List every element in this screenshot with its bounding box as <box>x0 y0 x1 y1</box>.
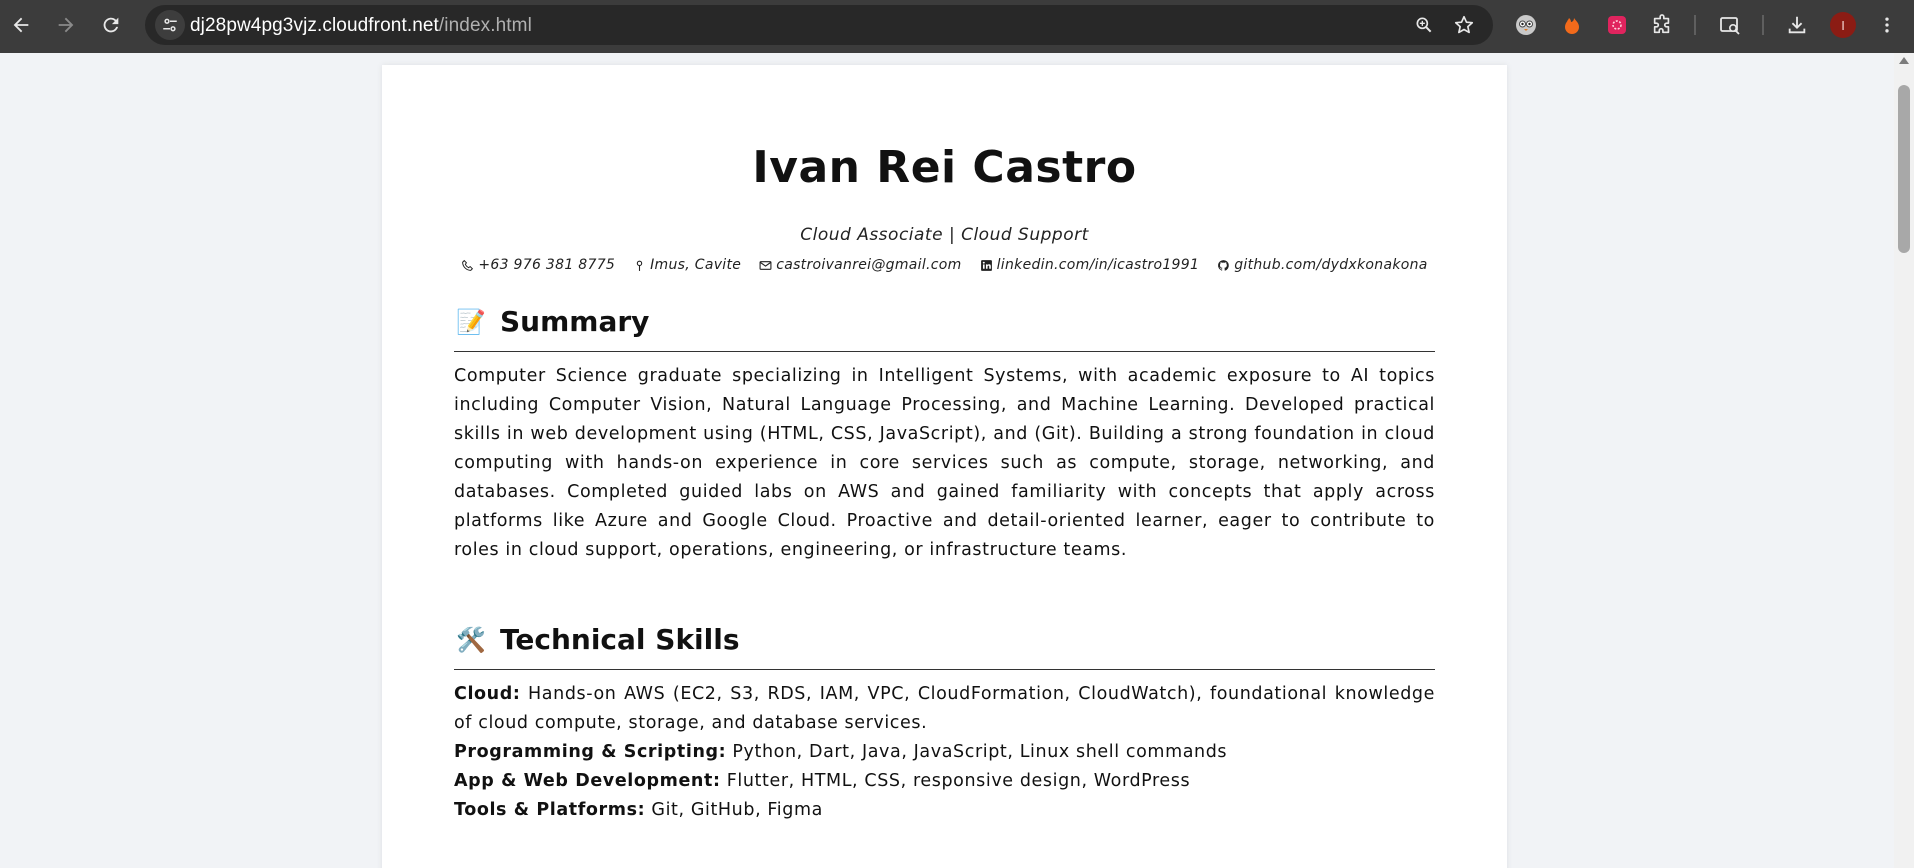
skill-programming-label: Programming & Scripting: <box>454 742 727 762</box>
skill-app-web-value: Flutter, HTML, CSS, responsive design, W… <box>726 771 1191 791</box>
page-viewport: Ivan Rei Castro Cloud Associate | Cloud … <box>0 53 1894 868</box>
zoom-icon[interactable] <box>1411 12 1437 38</box>
menu-kebab-icon[interactable] <box>1873 11 1901 39</box>
contact-phone-text: +63 976 381 8775 <box>478 257 616 273</box>
contact-github-text[interactable]: github.com/dydxkonakona <box>1234 257 1427 273</box>
contact-location: Imus, Cavite <box>633 257 741 273</box>
contact-row: +63 976 381 8775 Imus, Cavite castroivan… <box>454 257 1435 273</box>
toolbar-separator <box>1762 15 1764 35</box>
contact-email-text[interactable]: castroivanrei@gmail.com <box>776 257 961 273</box>
resume-page: Ivan Rei Castro Cloud Associate | Cloud … <box>382 65 1507 868</box>
arrow-left-icon <box>13 17 29 33</box>
skill-tools-value: Git, GitHub, Figma <box>651 800 823 820</box>
contact-linkedin-text[interactable]: linkedin.com/in/icastro1991 <box>997 257 1200 273</box>
reload-button[interactable] <box>95 9 127 41</box>
downloads-icon[interactable] <box>1783 11 1811 39</box>
page-scrollbar[interactable] <box>1894 53 1914 868</box>
browser-toolbar: dj28pw4pg3vjz.cloudfront.net/index.html … <box>0 0 1914 53</box>
mail-icon <box>759 260 772 270</box>
url-host: dj28pw4pg3vjz.cloudfront.net <box>190 15 439 36</box>
skill-programming-value: Python, Dart, Java, JavaScript, Linux sh… <box>732 742 1228 762</box>
contact-linkedin[interactable]: linkedin.com/in/icastro1991 <box>980 257 1200 273</box>
summary-text: Computer Science graduate specializing i… <box>454 366 1435 560</box>
skill-app-web: App & Web Development: Flutter, HTML, CS… <box>454 767 1435 796</box>
github-icon <box>1218 259 1229 271</box>
phone-icon <box>462 259 474 271</box>
summary-section-header: 📝 Summary <box>454 299 1435 352</box>
extensions-puzzle-icon[interactable] <box>1648 11 1676 39</box>
toolbar-separator <box>1694 15 1696 35</box>
contact-phone: +63 976 381 8775 <box>461 257 615 273</box>
summary-title: Summary <box>500 305 650 338</box>
extension-owl-icon[interactable] <box>1512 11 1540 39</box>
tab-search-icon[interactable] <box>1716 11 1744 39</box>
tools-icon: 🛠️ <box>456 627 486 654</box>
skill-tools: Tools & Platforms: Git, GitHub, Figma <box>454 796 1435 825</box>
resume-tagline: Cloud Associate | Cloud Support <box>800 225 1089 245</box>
location-pin-icon <box>636 260 643 271</box>
url-text[interactable]: dj28pw4pg3vjz.cloudfront.net/index.html <box>190 15 532 37</box>
skill-app-web-label: App & Web Development: <box>454 771 721 791</box>
extension-pink-icon[interactable] <box>1603 11 1631 39</box>
extension-orange-icon[interactable] <box>1558 11 1586 39</box>
reload-icon <box>103 17 119 33</box>
resume-name: Ivan Rei Castro <box>752 142 1137 193</box>
forward-button[interactable] <box>50 9 82 41</box>
skill-cloud-value: Hands-on AWS (EC2, S3, RDS, IAM, VPC, Cl… <box>454 684 1435 733</box>
site-settings-icon[interactable] <box>155 10 185 40</box>
skills-title: Technical Skills <box>500 623 740 656</box>
profile-avatar[interactable]: I <box>1830 12 1856 38</box>
back-button[interactable] <box>5 9 37 41</box>
memo-icon: 📝 <box>456 309 486 336</box>
contact-github[interactable]: github.com/dydxkonakona <box>1217 257 1427 273</box>
address-bar[interactable]: dj28pw4pg3vjz.cloudfront.net/index.html <box>145 5 1493 45</box>
linkedin-icon <box>980 259 992 271</box>
arrow-right-icon <box>58 17 74 33</box>
scroll-up-arrow-icon[interactable] <box>1899 57 1909 64</box>
contact-email[interactable]: castroivanrei@gmail.com <box>759 257 961 273</box>
bookmark-star-icon[interactable] <box>1451 12 1477 38</box>
skill-tools-label: Tools & Platforms: <box>454 800 646 820</box>
skills-list: Cloud: Hands-on AWS (EC2, S3, RDS, IAM, … <box>454 680 1435 825</box>
skill-cloud: Cloud: Hands-on AWS (EC2, S3, RDS, IAM, … <box>454 680 1435 738</box>
contact-location-text: Imus, Cavite <box>650 257 742 273</box>
skills-section-header: 🛠️ Technical Skills <box>454 617 1435 670</box>
scrollbar-thumb[interactable] <box>1898 85 1910 253</box>
url-path: /index.html <box>438 15 532 36</box>
skill-programming: Programming & Scripting: Python, Dart, J… <box>454 738 1435 767</box>
skill-cloud-label: Cloud: <box>454 684 521 704</box>
